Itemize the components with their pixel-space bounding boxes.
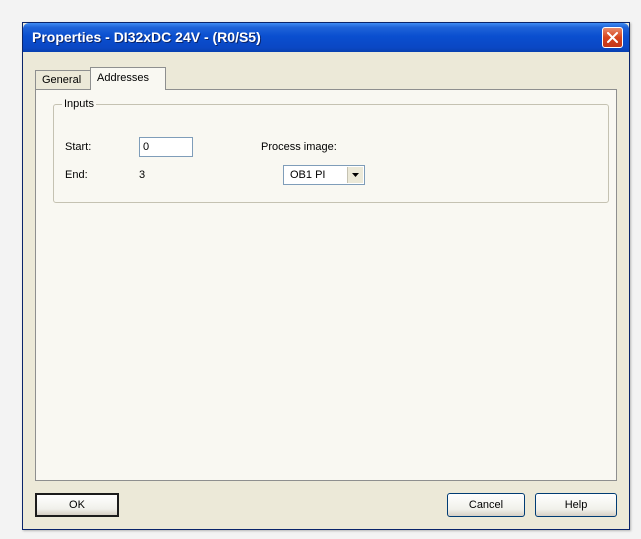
tab-general[interactable]: General (35, 70, 92, 89)
process-image-label: Process image: (261, 141, 337, 153)
window-title: Properties - DI32xDC 24V - (R0/S5) (32, 29, 261, 45)
close-button[interactable] (602, 27, 623, 48)
start-label: Start: (65, 141, 92, 153)
properties-dialog: Properties - DI32xDC 24V - (R0/S5) Gener… (22, 22, 630, 530)
help-button[interactable]: Help (535, 493, 617, 517)
tab-addresses[interactable]: Addresses (90, 67, 166, 90)
close-icon (607, 32, 618, 43)
process-image-value: OB1 PI (290, 169, 326, 181)
start-address-input[interactable] (139, 137, 193, 157)
ok-button[interactable]: OK (35, 493, 119, 517)
inputs-groupbox: Inputs Start: End: 3 Process image: OB1 … (53, 98, 609, 203)
dropdown-button[interactable] (347, 167, 363, 183)
process-image-select[interactable]: OB1 PI (283, 165, 365, 185)
addresses-panel: Inputs Start: End: 3 Process image: OB1 … (35, 89, 617, 481)
title-bar[interactable]: Properties - DI32xDC 24V - (R0/S5) (23, 23, 629, 52)
cancel-button[interactable]: Cancel (447, 493, 525, 517)
inputs-group-label: Inputs (62, 98, 96, 110)
chevron-down-icon (352, 173, 359, 177)
end-label: End: (65, 169, 88, 181)
end-address-value: 3 (139, 169, 146, 181)
